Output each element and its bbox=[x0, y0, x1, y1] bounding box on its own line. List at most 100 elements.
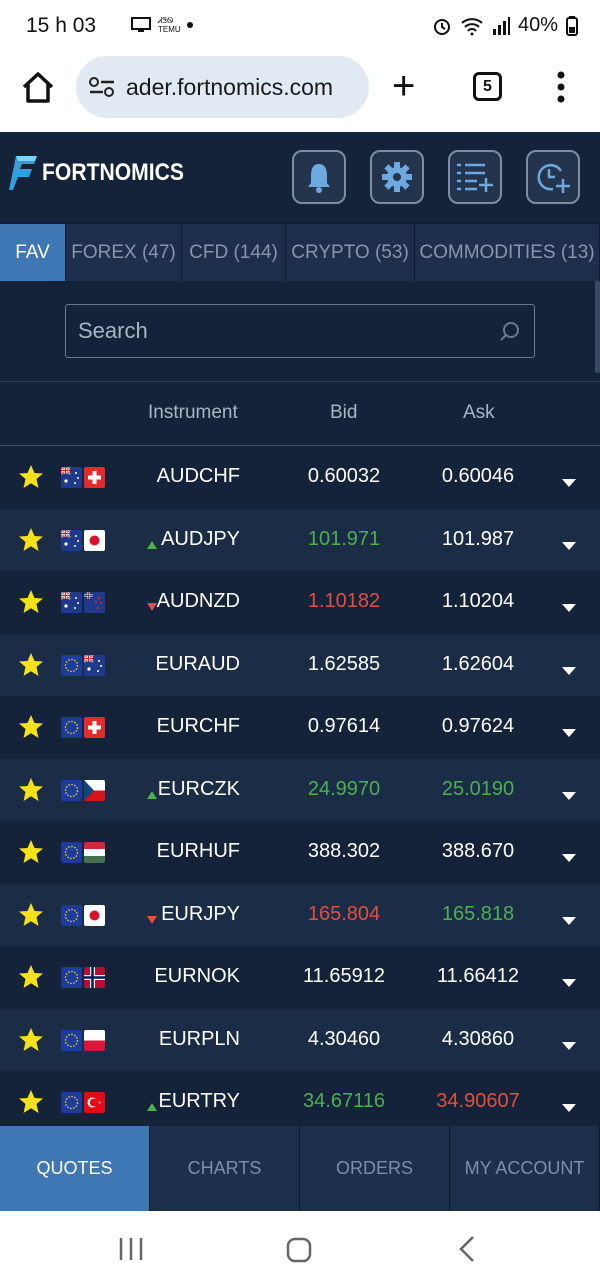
favorite-star-icon[interactable] bbox=[18, 777, 44, 803]
quote-row[interactable]: EURNOK 11.65912 11.66412 bbox=[0, 946, 600, 1009]
bid-price[interactable]: 165.804 bbox=[284, 903, 404, 926]
dot-icon bbox=[187, 22, 193, 28]
bid-price[interactable]: 0.60032 bbox=[284, 465, 404, 488]
instrument-symbol: EURCZK bbox=[157, 777, 240, 800]
search-area bbox=[0, 281, 600, 381]
quote-row[interactable]: EURPLN 4.30460 4.30860 bbox=[0, 1008, 600, 1071]
instrument-symbol: EURCHF bbox=[156, 715, 240, 737]
quote-row[interactable]: EURHUF 388.302 388.670 bbox=[0, 821, 600, 884]
bid-price[interactable]: 11.65912 bbox=[284, 965, 404, 988]
quote-row[interactable]: EURJPY 165.804 165.818 bbox=[0, 883, 600, 946]
col-ask[interactable]: Ask bbox=[463, 402, 495, 424]
address-bar[interactable]: ader.fortnomics.com bbox=[76, 56, 369, 118]
tab-cfd[interactable]: CFD (144) bbox=[182, 224, 286, 281]
favorite-star-icon[interactable] bbox=[18, 464, 44, 490]
ask-price[interactable]: 388.670 bbox=[418, 840, 538, 863]
recents-icon[interactable] bbox=[118, 1237, 144, 1261]
quote-row[interactable]: EURAUD 1.62585 1.62604 bbox=[0, 633, 600, 696]
tab-crypto[interactable]: CRYPTO (53) bbox=[286, 224, 415, 281]
quote-row[interactable]: AUDJPY 101.971 101.987 bbox=[0, 508, 600, 571]
instrument-symbol: AUDJPY bbox=[161, 527, 240, 550]
favorite-star-icon[interactable] bbox=[18, 1089, 44, 1115]
ask-price[interactable]: 1.10204 bbox=[418, 590, 538, 613]
nav-charts[interactable]: CHARTS bbox=[150, 1126, 300, 1211]
expand-chevron-icon[interactable] bbox=[562, 974, 576, 987]
favorite-star-icon[interactable] bbox=[18, 589, 44, 615]
settings-button[interactable] bbox=[370, 150, 424, 204]
status-time: 15 h 03 bbox=[26, 14, 97, 37]
flag-au-icon bbox=[61, 592, 82, 613]
nav-quotes[interactable]: QUOTES bbox=[0, 1126, 150, 1211]
browser-menu-icon[interactable] bbox=[555, 70, 567, 104]
expand-chevron-icon[interactable] bbox=[562, 1037, 576, 1050]
battery-percent: 40% bbox=[517, 14, 558, 36]
bid-price[interactable]: 24.9970 bbox=[284, 778, 404, 801]
bid-price[interactable]: 0.97614 bbox=[284, 715, 404, 738]
search-input[interactable] bbox=[66, 305, 486, 357]
tab-fav[interactable]: FAV bbox=[0, 224, 66, 281]
expand-chevron-icon[interactable] bbox=[562, 1099, 576, 1112]
favorite-star-icon[interactable] bbox=[18, 964, 44, 990]
bid-price[interactable]: 1.62585 bbox=[284, 653, 404, 676]
add-time-button[interactable] bbox=[526, 150, 580, 204]
favorite-star-icon[interactable] bbox=[18, 714, 44, 740]
bid-price[interactable]: 101.971 bbox=[284, 528, 404, 551]
ask-price[interactable]: 165.818 bbox=[418, 903, 538, 926]
expand-chevron-icon[interactable] bbox=[562, 599, 576, 612]
flag-cz-icon bbox=[84, 779, 105, 801]
nav-my-account[interactable]: MY ACCOUNT bbox=[450, 1126, 600, 1211]
expand-chevron-icon[interactable] bbox=[562, 787, 576, 800]
flag-nz-icon bbox=[84, 592, 105, 613]
home-nav-icon[interactable] bbox=[286, 1237, 312, 1263]
quote-row[interactable]: EURTRY 34.67116 34.90607 bbox=[0, 1071, 600, 1134]
tab-switcher-button[interactable]: 5 bbox=[473, 72, 502, 101]
app-header: FORTNOMICS bbox=[0, 132, 600, 223]
tab-forex[interactable]: FOREX (47) bbox=[66, 224, 182, 281]
quote-row[interactable]: AUDNZD 1.10182 1.10204 bbox=[0, 571, 600, 634]
ask-price[interactable]: 0.60046 bbox=[418, 465, 538, 488]
favorite-star-icon[interactable] bbox=[18, 839, 44, 865]
expand-chevron-icon[interactable] bbox=[562, 474, 576, 487]
favorite-star-icon[interactable] bbox=[18, 527, 44, 553]
home-icon[interactable] bbox=[20, 70, 56, 104]
bid-price[interactable]: 1.10182 bbox=[284, 590, 404, 613]
quote-row[interactable]: EURCHF 0.97614 0.97624 bbox=[0, 696, 600, 759]
bid-price[interactable]: 4.30460 bbox=[284, 1028, 404, 1051]
nav-orders[interactable]: ORDERS bbox=[300, 1126, 450, 1211]
add-list-button[interactable] bbox=[448, 150, 502, 204]
ask-price[interactable]: 11.66412 bbox=[418, 965, 538, 988]
flag-eu-icon bbox=[61, 967, 82, 988]
expand-chevron-icon[interactable] bbox=[562, 724, 576, 737]
favorite-star-icon[interactable] bbox=[18, 652, 44, 678]
scrollbar[interactable] bbox=[595, 281, 600, 373]
expand-chevron-icon[interactable] bbox=[562, 662, 576, 675]
expand-chevron-icon[interactable] bbox=[562, 912, 576, 925]
temu-label: ᏗᏕᏫ TEMU bbox=[158, 16, 181, 34]
col-instrument[interactable]: Instrument bbox=[148, 402, 238, 424]
ask-price[interactable]: 4.30860 bbox=[418, 1028, 538, 1051]
expand-chevron-icon[interactable] bbox=[562, 537, 576, 550]
flag-no-icon bbox=[84, 967, 105, 988]
back-icon[interactable] bbox=[458, 1235, 476, 1263]
alerts-button[interactable] bbox=[292, 150, 346, 204]
favorite-star-icon[interactable] bbox=[18, 1027, 44, 1053]
new-tab-button[interactable]: + bbox=[392, 66, 415, 106]
col-bid[interactable]: Bid bbox=[330, 402, 357, 424]
signal-icon bbox=[492, 16, 510, 35]
tab-commodities[interactable]: COMMODITIES (13) bbox=[415, 224, 600, 281]
ask-price[interactable]: 101.987 bbox=[418, 528, 538, 551]
bid-price[interactable]: 388.302 bbox=[284, 840, 404, 863]
bottom-nav: QUOTES CHARTS ORDERS MY ACCOUNT bbox=[0, 1126, 600, 1211]
favorite-star-icon[interactable] bbox=[18, 902, 44, 928]
ask-price[interactable]: 34.90607 bbox=[418, 1090, 538, 1113]
ask-price[interactable]: 25.0190 bbox=[418, 778, 538, 801]
bid-price[interactable]: 34.67116 bbox=[284, 1090, 404, 1113]
expand-chevron-icon[interactable] bbox=[562, 849, 576, 862]
site-settings-icon[interactable] bbox=[88, 75, 116, 99]
search-icon[interactable] bbox=[498, 319, 522, 343]
quote-row[interactable]: EURCZK 24.9970 25.0190 bbox=[0, 758, 600, 821]
quote-row[interactable]: AUDCHF 0.60032 0.60046 bbox=[0, 446, 600, 509]
ask-price[interactable]: 0.97624 bbox=[418, 715, 538, 738]
ask-price[interactable]: 1.62604 bbox=[418, 653, 538, 676]
flag-eu-icon bbox=[61, 1029, 82, 1051]
